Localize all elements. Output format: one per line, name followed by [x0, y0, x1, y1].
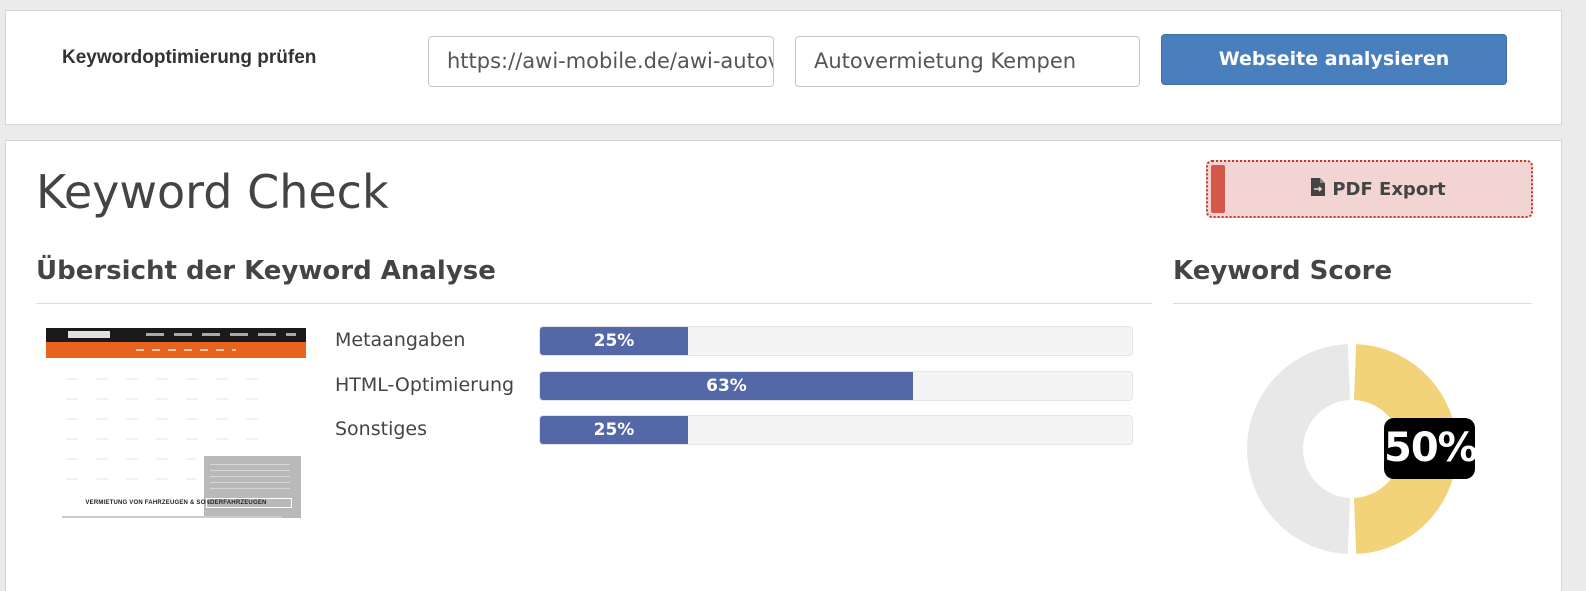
analyze-website-button[interactable]: Webseite analysieren	[1161, 34, 1507, 85]
url-input[interactable]: https://awi-mobile.de/awi-autovermietung…	[428, 36, 774, 87]
overview-divider	[36, 303, 1152, 304]
search-panel: Keywordoptimierung prüfen https://awi-mo…	[5, 10, 1562, 125]
overview-title: Übersicht der Keyword Analyse	[36, 256, 496, 286]
progress-bar-html: 63%	[539, 371, 1133, 401]
metric-label-meta: Metaangaben	[335, 329, 466, 351]
progress-bar-meta: 25%	[539, 326, 1133, 356]
score-divider	[1173, 303, 1532, 304]
progress-fill-html: 63%	[540, 372, 913, 400]
thumb-logo	[68, 331, 110, 338]
progress-bar-other: 25%	[539, 415, 1133, 445]
progress-fill-meta: 25%	[540, 327, 688, 355]
page-title: Keyword Check	[36, 165, 389, 219]
pdf-export-button[interactable]: PDF Export	[1206, 160, 1533, 218]
score-donut-empty	[1247, 344, 1351, 554]
panel-title: Keywordoptimierung prüfen	[62, 47, 317, 68]
pdf-button-accent	[1211, 165, 1225, 213]
score-title: Keyword Score	[1173, 256, 1393, 286]
file-export-icon	[1310, 177, 1326, 202]
score-value-badge: 50%	[1384, 418, 1478, 479]
keyword-check-panel: Keyword Check PDF Export Übersicht der K…	[5, 140, 1562, 591]
metric-label-other: Sonstiges	[335, 418, 428, 440]
metric-label-html: HTML-Optimierung	[335, 374, 515, 396]
keyword-input[interactable]: Autovermietung Kempen	[795, 36, 1140, 87]
website-screenshot: VERMIETUNG VON FAHRZEUGEN & SONDERFAHRZE…	[46, 328, 306, 526]
progress-fill-other: 25%	[540, 416, 688, 444]
pdf-button-label: PDF Export	[1332, 178, 1446, 200]
